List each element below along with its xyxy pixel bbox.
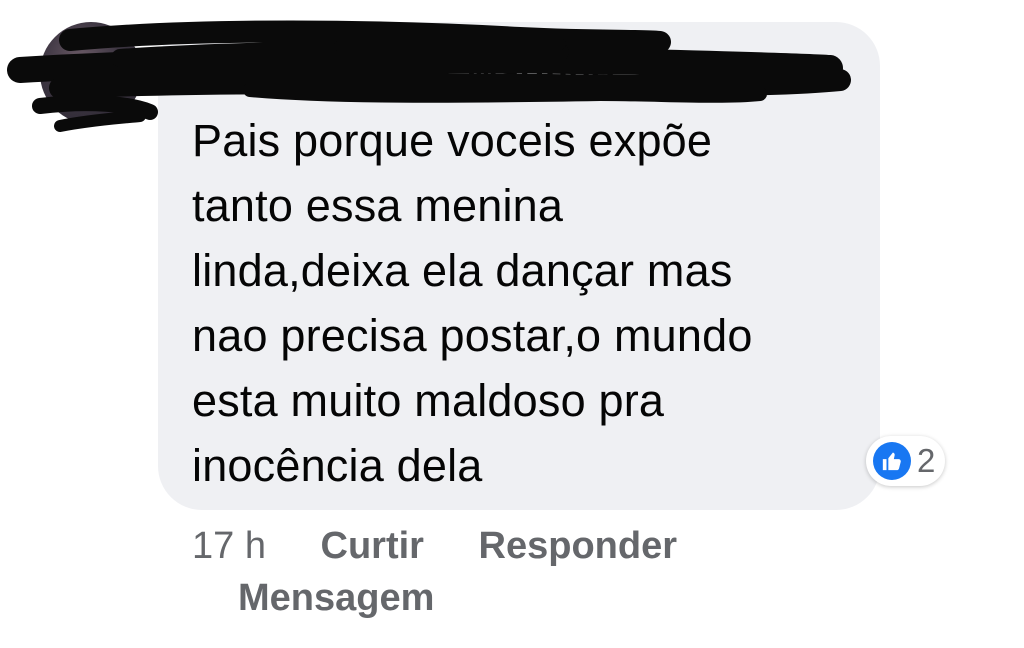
- comment-text: Pais porque voceis expõe tanto essa meni…: [192, 115, 753, 491]
- thumbs-up-icon: [873, 442, 911, 480]
- avatar-image-detail: [58, 82, 98, 108]
- avatar[interactable]: [40, 22, 142, 124]
- comment-timestamp[interactable]: 17 h: [192, 520, 266, 572]
- like-button[interactable]: Curtir: [321, 520, 424, 572]
- reaction-count: 2: [917, 442, 936, 479]
- reaction-summary[interactable]: 2: [866, 436, 946, 486]
- reply-button[interactable]: Responder: [479, 520, 677, 572]
- comment-author-name[interactable]: Raquel Soares Marinho: [192, 52, 614, 95]
- message-button[interactable]: Mensagem: [238, 572, 434, 624]
- avatar-image-detail: [98, 70, 128, 90]
- comment-actions: 17 h Curtir Responder: [192, 520, 832, 572]
